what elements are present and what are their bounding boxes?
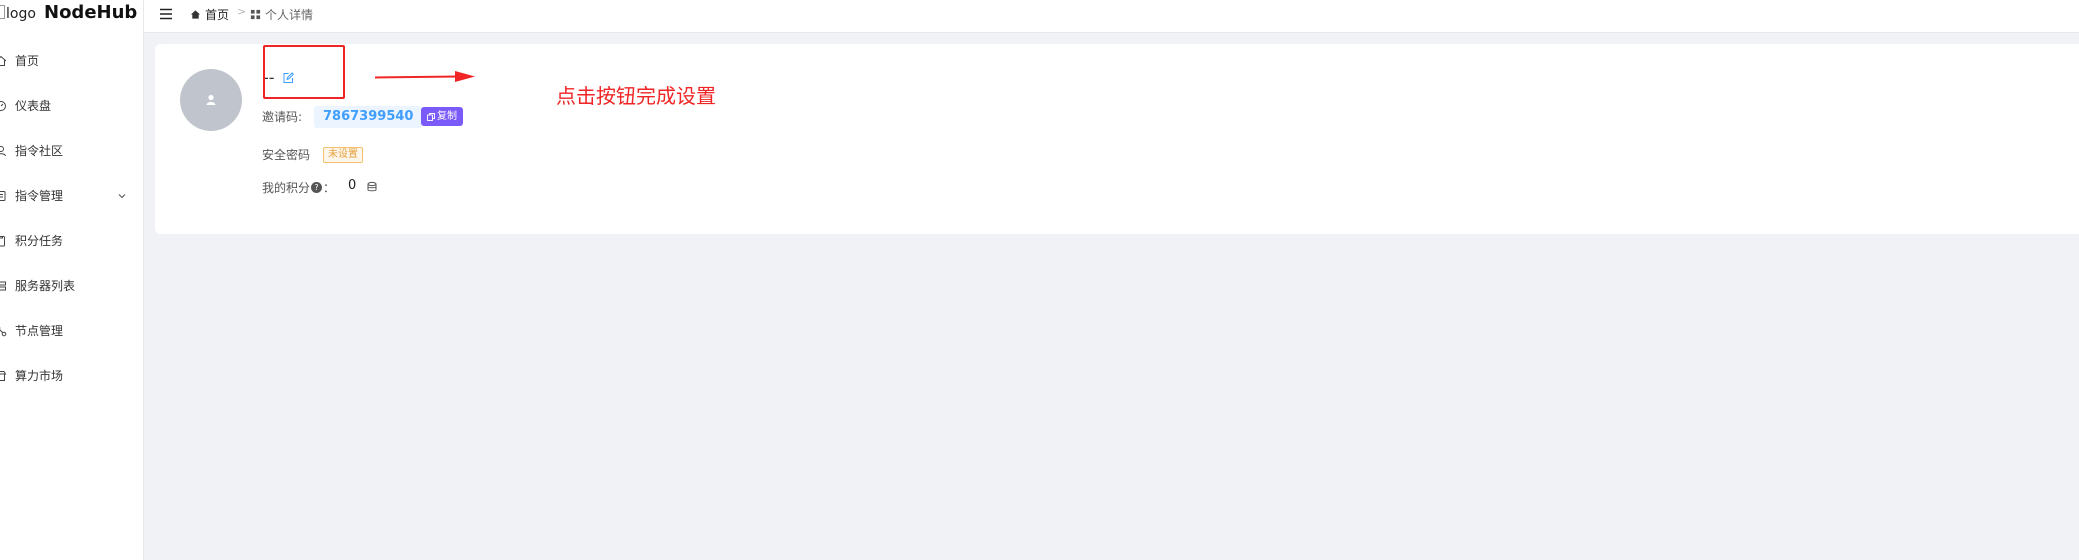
copy-button-label: 复制 — [437, 111, 457, 122]
breadcrumb-current: 个人详情 — [250, 6, 313, 23]
invite-code-value: 7867399540 — [314, 106, 423, 128]
app-title: NodeHub — [44, 2, 138, 23]
market-icon — [0, 370, 7, 381]
sidebar-item-label: 积分任务 — [15, 234, 64, 248]
breadcrumb-home-label: 首页 — [205, 8, 230, 22]
home-icon — [0, 55, 7, 66]
help-icon[interactable]: ? — [311, 182, 323, 193]
sidebar-item-node-manage[interactable]: 节点管理 — [0, 308, 144, 353]
sidebar-item-label: 指令社区 — [15, 144, 64, 158]
node-icon — [0, 326, 7, 336]
points-label: 我的积分 ? ： — [262, 179, 335, 196]
sidebar-item-label: 指令管理 — [15, 189, 64, 203]
sidebar: logo NodeHub 首页 仪表盘 指令社区 指令管理 积分任务 服务器列表 — [0, 0, 144, 560]
dashboard-icon — [0, 100, 6, 111]
sidebar-item-compute-market[interactable]: 算力市场 — [0, 353, 144, 398]
sidebar-item-label: 首页 — [15, 54, 40, 68]
breadcrumb-current-label: 个人详情 — [265, 8, 314, 22]
breadcrumb-home[interactable]: 首页 — [190, 6, 229, 23]
menu-toggle-icon[interactable] — [158, 6, 174, 22]
home-icon — [190, 10, 201, 19]
coins-icon — [367, 181, 377, 192]
annotation-arrow — [375, 71, 475, 82]
logo-bar: logo NodeHub — [0, 0, 144, 30]
security-status-badge: 未设置 — [323, 147, 363, 163]
broken-image-icon — [0, 5, 5, 19]
invite-code-label: 邀请码: — [262, 110, 303, 124]
copy-button[interactable]: 复制 — [421, 107, 463, 126]
logo-alt-text: logo — [6, 6, 36, 22]
sidebar-item-dashboard[interactable]: 仪表盘 — [0, 83, 144, 128]
top-header: 首页 > 个人详情 — [144, 0, 2079, 33]
sidebar-item-server-list[interactable]: 服务器列表 — [0, 263, 144, 308]
breadcrumb-separator: > — [237, 5, 247, 18]
logo-image[interactable]: logo — [0, 5, 36, 22]
sidebar-item-points-task[interactable]: 积分任务 — [0, 218, 144, 263]
community-icon — [0, 145, 6, 156]
sidebar-menu: 首页 仪表盘 指令社区 指令管理 积分任务 服务器列表 节点管理 算力市场 — [0, 38, 144, 398]
sidebar-item-label: 服务器列表 — [15, 279, 76, 293]
user-icon — [206, 94, 216, 105]
sidebar-item-community[interactable]: 指令社区 — [0, 128, 144, 173]
sidebar-item-home[interactable]: 首页 — [0, 38, 144, 83]
sidebar-item-label: 仪表盘 — [15, 99, 52, 113]
grid-icon — [250, 9, 261, 20]
sidebar-item-label: 算力市场 — [15, 369, 64, 383]
chevron-down-icon[interactable] — [117, 191, 127, 201]
copy-icon — [427, 112, 435, 121]
sidebar-item-label: 节点管理 — [15, 324, 64, 338]
highlight-box — [263, 45, 345, 99]
security-password-label: 安全密码 — [262, 148, 311, 162]
points-colon: ： — [323, 181, 336, 195]
server-icon — [0, 281, 6, 290]
avatar — [180, 69, 242, 131]
points-value: 0 — [348, 178, 357, 193]
sidebar-item-command-manage[interactable]: 指令管理 — [0, 173, 144, 218]
points-label-text: 我的积分 — [262, 181, 311, 195]
command-manage-icon — [0, 190, 6, 201]
task-icon — [0, 235, 5, 246]
annotation-hint: 点击按钮完成设置 — [556, 84, 716, 108]
